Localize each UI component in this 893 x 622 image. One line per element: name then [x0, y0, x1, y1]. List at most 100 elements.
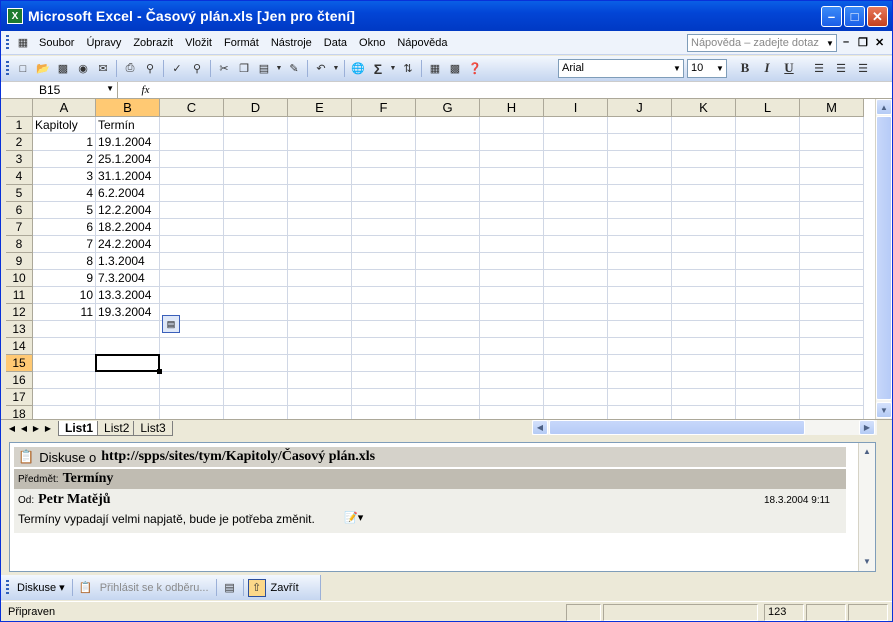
cell-g3[interactable] [416, 151, 480, 168]
discussion-scrollbar[interactable]: ▲ ▼ [858, 443, 875, 571]
cell-j2[interactable] [608, 134, 672, 151]
column-header-h[interactable]: H [480, 99, 544, 117]
copy-icon[interactable]: ❐ [235, 60, 253, 78]
cell-k10[interactable] [672, 270, 736, 287]
cell-l12[interactable] [736, 304, 800, 321]
cell-i1[interactable] [544, 117, 608, 134]
cell-i13[interactable] [544, 321, 608, 338]
cell-f18[interactable] [352, 406, 416, 419]
cell-k4[interactable] [672, 168, 736, 185]
fx-icon[interactable]: fx [118, 84, 173, 96]
cell-e3[interactable] [288, 151, 352, 168]
cell-h12[interactable] [480, 304, 544, 321]
cell-b6[interactable]: 12.2.2004 [96, 202, 160, 219]
cell-c15[interactable] [160, 355, 224, 372]
cell-l14[interactable] [736, 338, 800, 355]
cell-a17[interactable] [33, 389, 96, 406]
doc-restore-icon[interactable]: ❐ [858, 36, 868, 49]
sheet-tab-list3[interactable]: List3 [133, 420, 173, 436]
row-header-4[interactable]: 4 [6, 168, 33, 185]
cell-i3[interactable] [544, 151, 608, 168]
cell-m7[interactable] [800, 219, 864, 236]
cell-f4[interactable] [352, 168, 416, 185]
cell-b9[interactable]: 1.3.2004 [96, 253, 160, 270]
cell-a8[interactable]: 7 [33, 236, 96, 253]
cell-m13[interactable] [800, 321, 864, 338]
menu-data[interactable]: Data [318, 37, 353, 49]
cell-a4[interactable]: 3 [33, 168, 96, 185]
name-box-dropdown-icon[interactable]: ▼ [106, 84, 114, 93]
workbook-icon[interactable]: ▦ [14, 34, 32, 52]
doc-close-icon[interactable]: ✕ [875, 36, 884, 49]
cell-i11[interactable] [544, 287, 608, 304]
size-dropdown-icon[interactable]: ▼ [715, 61, 725, 76]
cell-k16[interactable] [672, 372, 736, 389]
column-header-k[interactable]: K [672, 99, 736, 117]
cell-j9[interactable] [608, 253, 672, 270]
cell-c14[interactable] [160, 338, 224, 355]
sort-ascending-icon[interactable]: ⇅ [399, 60, 417, 78]
cell-e11[interactable] [288, 287, 352, 304]
reply-menu-icon[interactable]: 📝▾ [344, 511, 363, 524]
cell-a2[interactable]: 1 [33, 134, 96, 151]
menu-format[interactable]: Formát [218, 37, 265, 49]
cell-h15[interactable] [480, 355, 544, 372]
cell-j16[interactable] [608, 372, 672, 389]
cell-h5[interactable] [480, 185, 544, 202]
cell-c1[interactable] [160, 117, 224, 134]
cell-f13[interactable] [352, 321, 416, 338]
cell-m16[interactable] [800, 372, 864, 389]
column-header-l[interactable]: L [736, 99, 800, 117]
cell-c9[interactable] [160, 253, 224, 270]
spelling-icon[interactable]: ✓ [168, 60, 186, 78]
menu-upravy[interactable]: Úpravy [80, 37, 127, 49]
cell-i12[interactable] [544, 304, 608, 321]
cell-h8[interactable] [480, 236, 544, 253]
discussion-toolbar-grip[interactable] [6, 579, 9, 596]
cell-d7[interactable] [224, 219, 288, 236]
help-dropdown-icon[interactable]: ▼ [824, 35, 836, 51]
cell-i2[interactable] [544, 134, 608, 151]
cell-m10[interactable] [800, 270, 864, 287]
row-header-13[interactable]: 13 [6, 321, 33, 338]
align-right-icon[interactable]: ☰ [854, 59, 872, 77]
cell-d18[interactable] [224, 406, 288, 419]
cell-h9[interactable] [480, 253, 544, 270]
row-header-12[interactable]: 12 [6, 304, 33, 321]
cell-j3[interactable] [608, 151, 672, 168]
row-header-3[interactable]: 3 [6, 151, 33, 168]
cell-e9[interactable] [288, 253, 352, 270]
cell-k2[interactable] [672, 134, 736, 151]
cell-m12[interactable] [800, 304, 864, 321]
paste-options-icon[interactable]: ▤ [162, 315, 180, 333]
cell-e1[interactable] [288, 117, 352, 134]
cell-i5[interactable] [544, 185, 608, 202]
cell-j4[interactable] [608, 168, 672, 185]
cell-g11[interactable] [416, 287, 480, 304]
italic-button[interactable]: I [758, 59, 776, 77]
cell-l17[interactable] [736, 389, 800, 406]
cell-g12[interactable] [416, 304, 480, 321]
cell-e17[interactable] [288, 389, 352, 406]
cell-c10[interactable] [160, 270, 224, 287]
name-box[interactable]: B15 ▼ [1, 81, 118, 99]
select-all-corner[interactable] [6, 99, 33, 117]
cell-c11[interactable] [160, 287, 224, 304]
cell-a5[interactable]: 4 [33, 185, 96, 202]
cell-l15[interactable] [736, 355, 800, 372]
cell-b7[interactable]: 18.2.2004 [96, 219, 160, 236]
cell-d12[interactable] [224, 304, 288, 321]
autosum-icon[interactable]: Σ [369, 60, 387, 78]
scroll-left-icon[interactable]: ◀ [532, 420, 548, 435]
cell-c5[interactable] [160, 185, 224, 202]
cell-h10[interactable] [480, 270, 544, 287]
cell-m15[interactable] [800, 355, 864, 372]
cell-d13[interactable] [224, 321, 288, 338]
menu-vlozit[interactable]: Vložit [179, 37, 218, 49]
cell-f15[interactable] [352, 355, 416, 372]
cell-k8[interactable] [672, 236, 736, 253]
cell-b8[interactable]: 24.2.2004 [96, 236, 160, 253]
active-cell-border[interactable] [95, 354, 160, 372]
cell-e12[interactable] [288, 304, 352, 321]
column-header-f[interactable]: F [352, 99, 416, 117]
